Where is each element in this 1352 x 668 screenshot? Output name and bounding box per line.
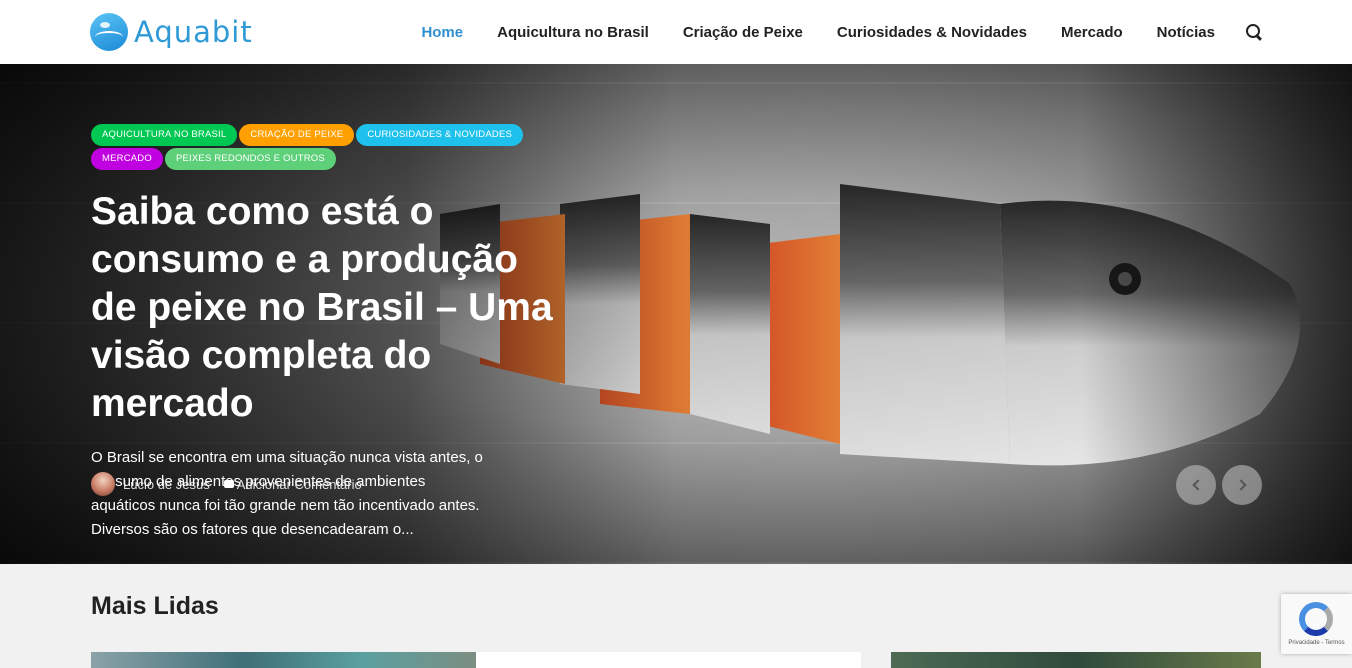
recaptcha-links[interactable]: Privacidade - Termos (1281, 640, 1352, 646)
site-logo[interactable]: Aquabit (90, 12, 253, 52)
nav-home[interactable]: Home (421, 24, 463, 41)
comments-link[interactable]: Adicionar Comentário (237, 477, 362, 492)
tag-mercado[interactable]: Mercado (91, 148, 163, 170)
comment-icon (223, 480, 234, 488)
nav-noticias[interactable]: Notícias (1157, 24, 1215, 41)
tag-aquicultura[interactable]: Aquicultura no Brasil (91, 124, 238, 146)
chevron-right-icon (1234, 479, 1247, 491)
tag-criacao[interactable]: Criação de Peixe (239, 124, 355, 146)
logo-text: Aquabit (134, 15, 253, 49)
category-tags: Aquicultura no Brasil Criação de Peixe Cur… (91, 124, 551, 172)
fish-logo-icon (90, 13, 128, 51)
section-title: Mais Lidas (91, 592, 219, 620)
nav-curiosidades[interactable]: Curiosidades & Novidades (837, 24, 1027, 41)
nav-criacao[interactable]: Criação de Peixe (683, 24, 803, 41)
recaptcha-badge[interactable]: Privacidade - Termos (1281, 594, 1352, 654)
recaptcha-icon (1299, 602, 1333, 636)
nav-mercado[interactable]: Mercado (1061, 24, 1123, 41)
post-card-thumbnail[interactable] (91, 652, 476, 668)
post-card[interactable] (476, 652, 861, 668)
tag-peixes-redondos[interactable]: Peixes redondos e outros (164, 148, 336, 170)
search-icon[interactable] (1246, 24, 1262, 40)
slider-next-button[interactable] (1222, 465, 1262, 505)
chevron-left-icon (1191, 479, 1204, 491)
post-card-thumbnail[interactable] (891, 652, 1261, 668)
author-name[interactable]: Lúcio de Jesus (123, 477, 210, 492)
main-nav: Home Aquicultura no Brasil Criação de Pe… (387, 0, 1262, 64)
hero-slider: Aquicultura no Brasil Criação de Peixe Cur… (0, 64, 1352, 564)
tag-curiosidades[interactable]: Curiosidades & Novidades (356, 124, 524, 146)
nav-aquicultura[interactable]: Aquicultura no Brasil (497, 24, 649, 41)
site-header: Aquabit Home Aquicultura no Brasil Criaç… (0, 0, 1352, 64)
author-avatar[interactable] (91, 472, 115, 496)
post-meta: Lúcio de Jesus Adicionar Comentário (91, 472, 362, 496)
hero-title[interactable]: Saiba como está o consumo e a produção d… (91, 188, 561, 428)
slider-prev-button[interactable] (1176, 465, 1216, 505)
